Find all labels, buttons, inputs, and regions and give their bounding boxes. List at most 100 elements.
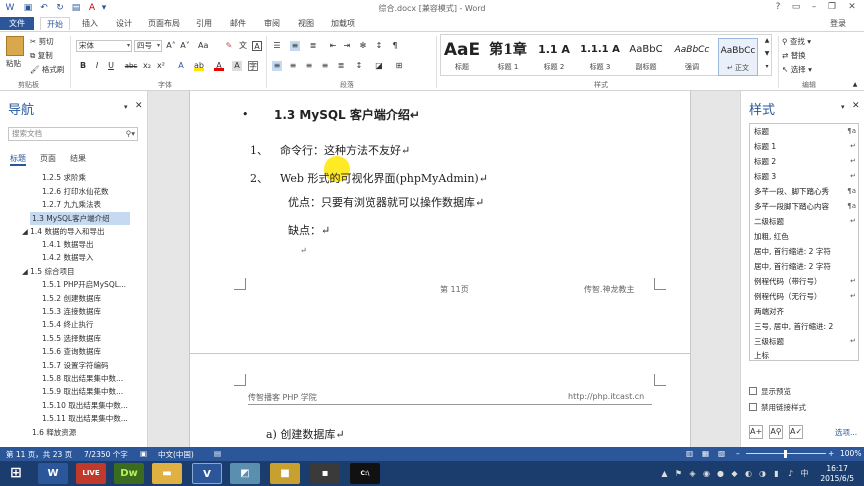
tray-app-icon[interactable]: ◈ bbox=[688, 469, 697, 478]
proofing-icon[interactable]: ▣ bbox=[140, 449, 147, 458]
styles-options-link[interactable]: 选项... bbox=[835, 427, 857, 438]
nav-heading-item[interactable]: ◢ 1.4 数据的导入和导出 bbox=[22, 225, 150, 238]
style-emphasis[interactable]: AaBbCc 强调 bbox=[672, 38, 712, 76]
sub-item-text[interactable]: a) 创建数据库↵ bbox=[266, 426, 345, 442]
styles-options-icon[interactable]: ▾ bbox=[841, 103, 845, 111]
align-left-icon[interactable]: ≡ bbox=[272, 61, 282, 71]
cut-button[interactable]: ✂ 剪切 bbox=[30, 36, 54, 47]
style-subtitle[interactable]: AaBbC 副标题 bbox=[626, 38, 666, 76]
zoom-out-icon[interactable]: – bbox=[736, 449, 740, 458]
font-name-dropdown[interactable]: 宋体 ▾ bbox=[76, 40, 132, 52]
nav-heading-item-selected[interactable]: 1.3 MySQL客户端介绍 bbox=[30, 212, 130, 225]
tab-mailings[interactable]: 邮件 bbox=[224, 17, 252, 30]
style-list-item[interactable]: 两端对齐 bbox=[754, 304, 856, 319]
find-button[interactable]: ⚲ 查找 ▾ bbox=[782, 36, 811, 47]
tray-app-icon[interactable]: ◉ bbox=[702, 469, 711, 478]
new-style-icon[interactable]: A+ bbox=[749, 425, 763, 439]
gallery-more-icon[interactable]: ▾ bbox=[762, 62, 772, 72]
minimize-button[interactable]: – bbox=[806, 1, 822, 14]
tab-references[interactable]: 引用 bbox=[190, 17, 218, 30]
tray-flag-icon[interactable]: ⚑ bbox=[674, 469, 683, 478]
zoom-slider-thumb[interactable] bbox=[784, 450, 787, 458]
nav-close-icon[interactable]: ✕ bbox=[135, 101, 143, 111]
start-button[interactable]: ⊞ bbox=[4, 463, 28, 484]
change-case-icon[interactable]: Aa bbox=[198, 41, 208, 51]
chinese-layout-icon[interactable]: ✻ bbox=[358, 41, 368, 51]
macro-record-icon[interactable]: ▤ bbox=[214, 449, 221, 458]
close-button[interactable]: ✕ bbox=[844, 1, 860, 14]
paste-button[interactable]: 粘贴 bbox=[6, 58, 21, 69]
tab-insert[interactable]: 插入 bbox=[76, 17, 104, 30]
tray-app-icon[interactable]: ◑ bbox=[758, 469, 767, 478]
show-preview-checkbox[interactable] bbox=[749, 387, 757, 395]
tray-app-icon[interactable]: ◆ bbox=[730, 469, 739, 478]
taskbar-explorer[interactable]: ▬ bbox=[152, 463, 182, 484]
strikethrough-button[interactable]: abc bbox=[124, 61, 138, 71]
read-mode-icon[interactable]: ▥ bbox=[686, 449, 693, 458]
text-effects-icon[interactable]: A bbox=[176, 61, 186, 71]
cons-text[interactable]: 缺点：↵ bbox=[288, 222, 330, 238]
disable-linked-styles-checkbox[interactable] bbox=[749, 403, 757, 411]
bold-button[interactable]: B bbox=[78, 61, 88, 71]
tab-addins[interactable]: 加载项 bbox=[326, 17, 360, 30]
replace-button[interactable]: ⇄ 替换 bbox=[782, 50, 806, 61]
tab-home[interactable]: 开始 bbox=[40, 17, 70, 30]
section-heading[interactable]: 1.3 MySQL 客户端介绍↵ bbox=[274, 106, 420, 123]
tab-page-layout[interactable]: 页面布局 bbox=[144, 17, 184, 30]
zoom-in-icon[interactable]: + bbox=[828, 449, 834, 458]
copy-button[interactable]: ⧉ 复制 bbox=[30, 50, 53, 61]
multilevel-list-icon[interactable]: ≣ bbox=[308, 41, 318, 51]
style-list-item[interactable]: 多芊一段脚下踏心内容 ¶a bbox=[754, 199, 856, 214]
character-border-icon[interactable]: A bbox=[252, 41, 262, 51]
nav-tab-pages[interactable]: 页面 bbox=[40, 153, 56, 164]
pros-text[interactable]: 优点：只要有浏览器就可以操作数据库↵ bbox=[288, 194, 484, 210]
list-item-text[interactable]: Web 形式的可视化界面(phpMyAdmin)↵ bbox=[280, 170, 488, 186]
list-item-text[interactable]: 命令行：这种方法不友好↵ bbox=[280, 142, 410, 158]
taskbar-app-generic[interactable]: ▪ bbox=[310, 463, 340, 484]
format-painter-button[interactable]: 🖌 格式刷 bbox=[30, 64, 64, 75]
language[interactable]: 中文(中国) bbox=[158, 449, 194, 460]
gallery-scroll-down-icon[interactable]: ▼ bbox=[762, 49, 772, 59]
phonetic-guide-icon[interactable]: 文 bbox=[238, 41, 248, 51]
tab-view[interactable]: 视图 bbox=[292, 17, 320, 30]
tab-design[interactable]: 设计 bbox=[110, 17, 138, 30]
style-normal[interactable]: AaBbCc ↵ 正文 bbox=[718, 38, 758, 76]
nav-tab-results[interactable]: 结果 bbox=[70, 153, 86, 164]
restore-button[interactable]: ❐ bbox=[824, 1, 840, 14]
italic-button[interactable]: I bbox=[92, 61, 102, 71]
highlight-color-icon[interactable]: ab bbox=[194, 61, 204, 71]
collapse-ribbon-icon[interactable]: ▲ bbox=[850, 80, 860, 90]
style-list-item[interactable]: 居中, 首行缩进: 2 字符 bbox=[754, 259, 856, 274]
underline-button[interactable]: U bbox=[106, 61, 116, 71]
grow-font-icon[interactable]: A˄ bbox=[166, 41, 176, 51]
increase-indent-icon[interactable]: ⇥ bbox=[342, 41, 352, 51]
taskbar-app-generic[interactable]: ◩ bbox=[230, 463, 260, 484]
nav-heading-item[interactable]: ◢ 1.5 综合项目 bbox=[22, 265, 150, 278]
distributed-icon[interactable]: ≣ bbox=[336, 61, 346, 71]
character-shading-icon[interactable]: A bbox=[232, 61, 242, 71]
nav-search-input[interactable]: 搜索文档 ⚲▾ bbox=[8, 127, 138, 141]
tab-review[interactable]: 审阅 bbox=[258, 17, 286, 30]
decrease-indent-icon[interactable]: ⇤ bbox=[328, 41, 338, 51]
style-title[interactable]: AaE 标题 bbox=[442, 38, 482, 76]
gallery-scroll-up-icon[interactable]: ▲ bbox=[762, 36, 772, 46]
align-right-icon[interactable]: ≡ bbox=[304, 61, 314, 71]
manage-styles-icon[interactable]: A✓ bbox=[789, 425, 803, 439]
taskbar-dreamweaver[interactable]: Dw bbox=[114, 463, 144, 484]
ribbon-display-options-icon[interactable]: ▭ bbox=[788, 1, 804, 14]
clock[interactable]: 16:17 2015/6/5 bbox=[820, 464, 854, 484]
style-heading-1[interactable]: 第1章 标题 1 bbox=[488, 38, 528, 76]
style-list-item[interactable]: 标题 2 ↵ bbox=[754, 154, 856, 169]
style-list-item[interactable]: 标题 3 ↵ bbox=[754, 169, 856, 184]
tray-app-icon[interactable]: ● bbox=[716, 469, 725, 478]
network-icon[interactable]: ▮ bbox=[772, 469, 781, 478]
justify-icon[interactable]: ≡ bbox=[320, 61, 330, 71]
style-list-item[interactable]: 标题 ¶a bbox=[754, 124, 856, 139]
enclose-character-icon[interactable]: 字 bbox=[248, 61, 258, 71]
align-center-icon[interactable]: ≡ bbox=[288, 61, 298, 71]
style-list-item[interactable]: 二级标题 ↵ bbox=[754, 214, 856, 229]
shading-icon[interactable]: ◪ bbox=[374, 61, 384, 71]
ime-icon[interactable]: 中 bbox=[800, 469, 809, 478]
nav-heading-item[interactable]: 1.6 释放资源 bbox=[32, 426, 160, 439]
tray-app-icon[interactable]: ◐ bbox=[744, 469, 753, 478]
